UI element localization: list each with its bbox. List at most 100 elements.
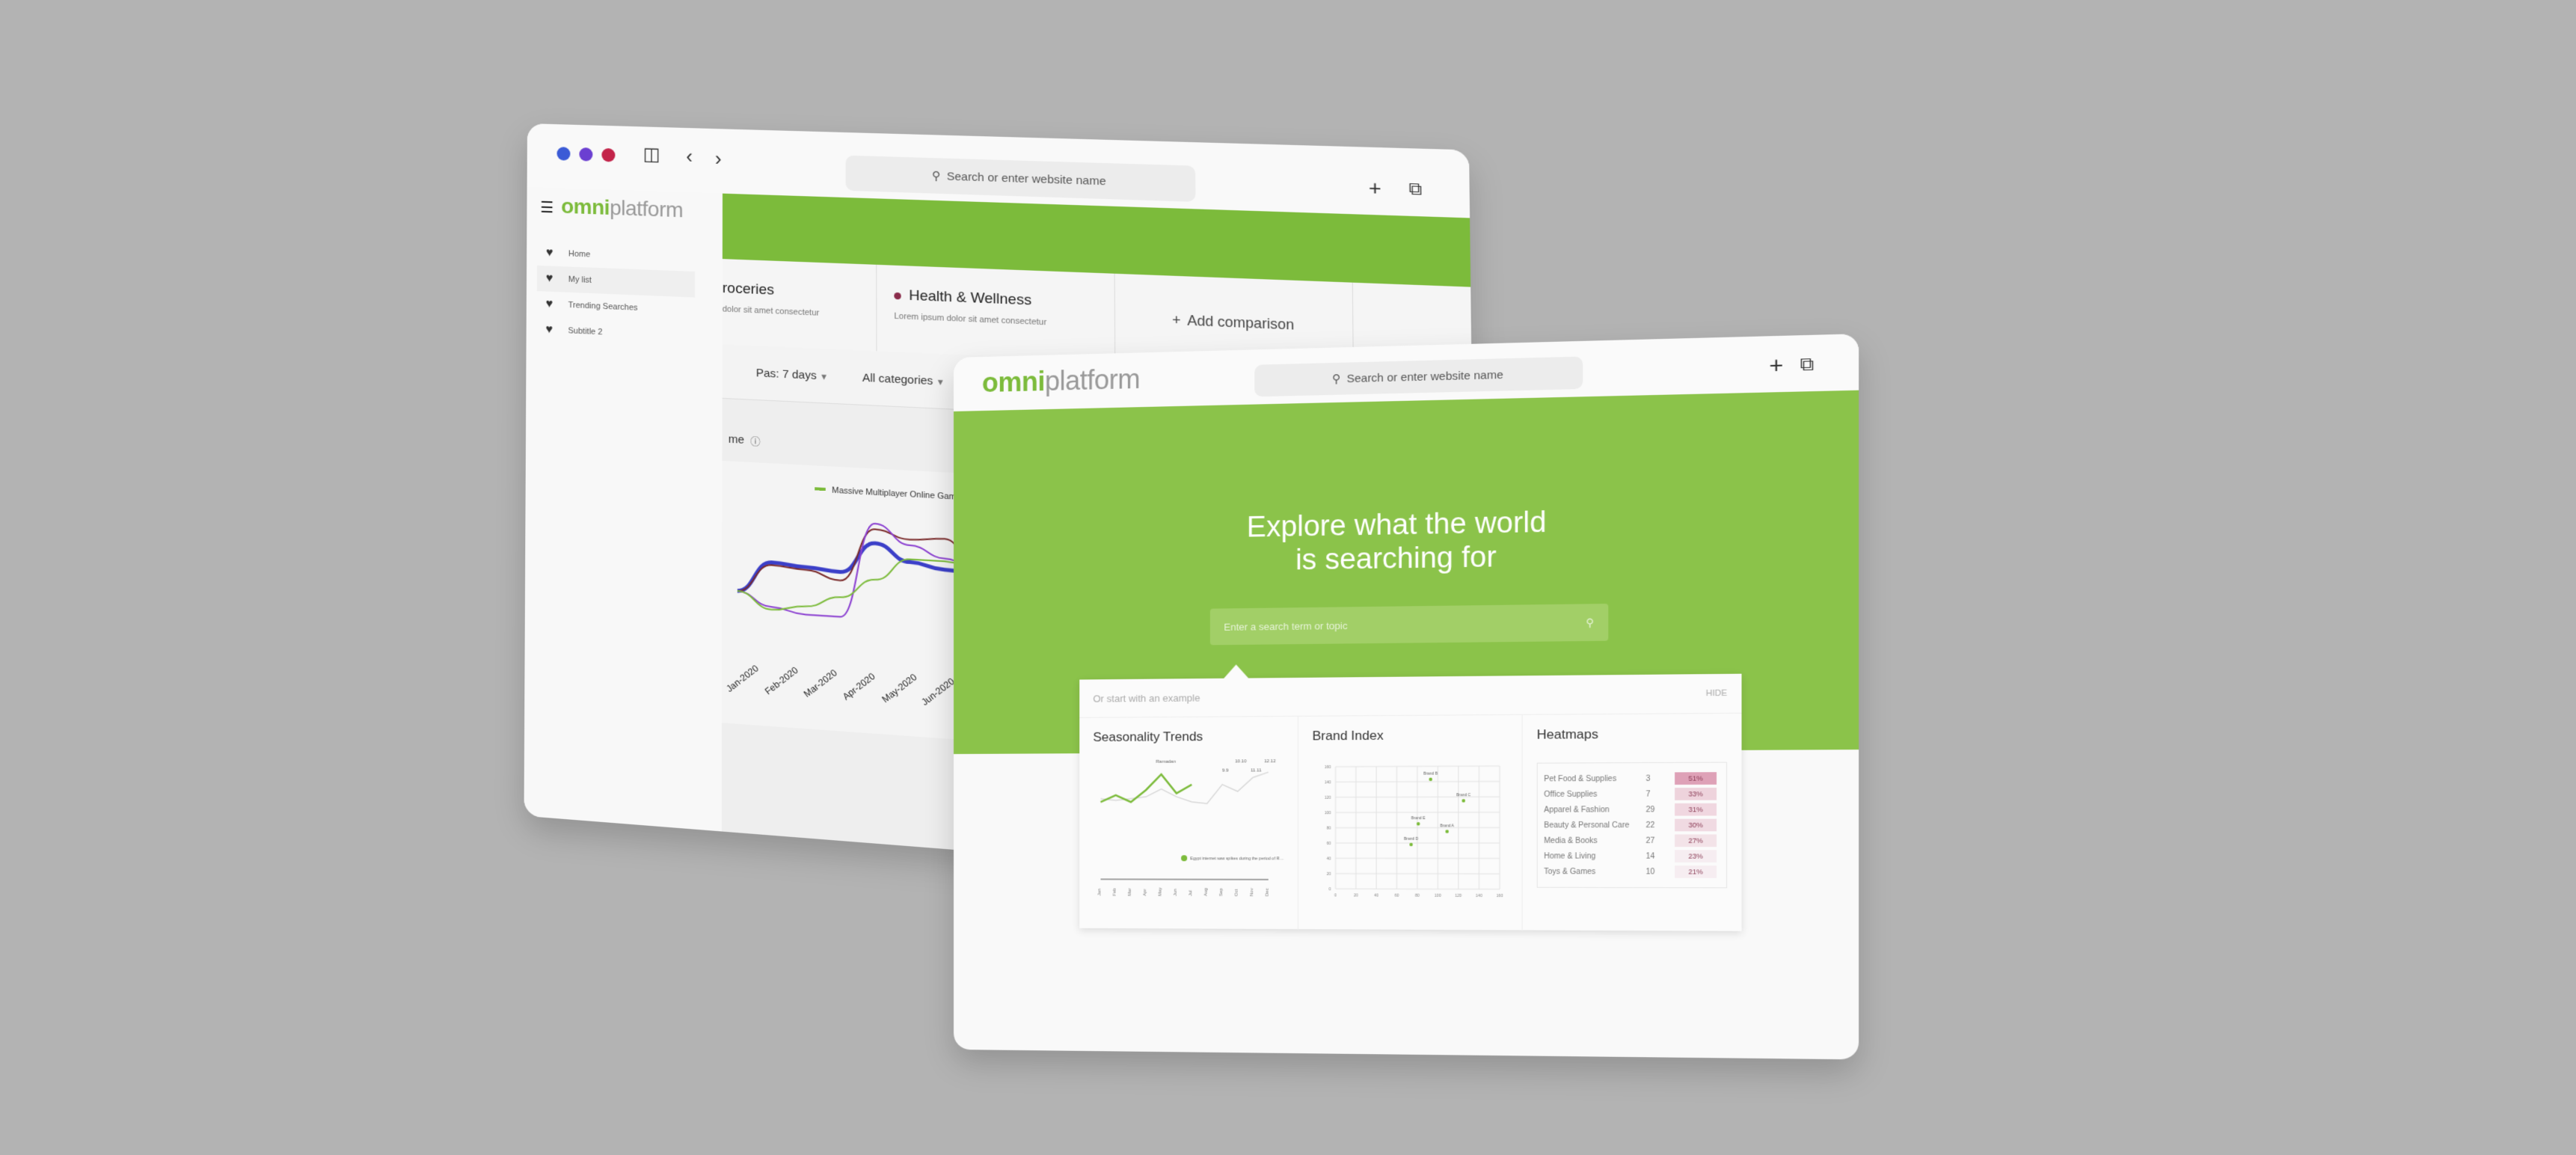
search-icon[interactable]: ⚲	[1586, 616, 1594, 629]
close-window-dot[interactable]	[556, 147, 571, 161]
heatmap-count: 22	[1646, 821, 1655, 830]
search-placeholder: Enter a search term or topic	[1224, 619, 1348, 633]
x-tick-label: 80	[1415, 894, 1420, 898]
sidebar-item-label: Home	[568, 249, 591, 260]
x-tick-label: 60	[1395, 894, 1399, 898]
hamburger-menu-icon[interactable]: ☰	[540, 198, 553, 218]
maximize-window-dot[interactable]	[601, 147, 616, 162]
heatmap-row: Home & Living 14 23%	[1544, 848, 1720, 864]
logo-brand-bold: omni	[981, 365, 1045, 399]
grid-line-horizontal	[1336, 766, 1500, 767]
category-color-dot	[894, 292, 901, 299]
heatmap-row: Pet Food & Supplies 3 51%	[1544, 770, 1720, 787]
example-card-title: Heatmaps	[1536, 726, 1598, 742]
heatmap-count: 27	[1646, 836, 1655, 845]
x-tick-label: Nov	[1250, 888, 1254, 896]
heatmap-percent-cell: 30%	[1675, 818, 1717, 832]
omniplatform-logo[interactable]: omniplatform	[561, 194, 683, 223]
y-tick-label: 100	[1325, 811, 1331, 815]
comparison-subtitle: dolor sit amet consectetur	[722, 304, 820, 318]
examples-heading: Or start with an example	[1093, 691, 1200, 705]
point-label: Brand A	[1440, 824, 1454, 828]
minimize-window-dot[interactable]	[579, 147, 593, 162]
y-tick-label: 80	[1327, 826, 1331, 830]
heatmap-percent-cell: 27%	[1675, 834, 1717, 848]
chart-title: me	[728, 432, 745, 447]
heart-icon: ♥	[545, 322, 553, 337]
heatmap-count: 14	[1646, 851, 1655, 861]
logo-brand-bold: omni	[561, 194, 610, 219]
example-card-heatmaps[interactable]: Heatmaps Pet Food & Supplies 3 51% Office S…	[1523, 714, 1742, 932]
x-tick-label: 140	[1476, 894, 1482, 898]
x-tick-label: Jun	[1174, 889, 1178, 896]
heatmap-row: Media & Books 27 27%	[1544, 833, 1720, 848]
legend-label: Massive Multiplayer Online Games	[832, 485, 966, 502]
sidebar-nav: ♥ Home ♥ My list ♥ Trending Searches ♥ S…	[536, 240, 696, 349]
search-icon: ⚲	[931, 169, 941, 183]
x-tick-label: Feb-2020	[763, 664, 800, 697]
x-tick-label: Jul	[1189, 890, 1193, 896]
x-tick-label: Aug	[1204, 888, 1209, 896]
example-card-brand-index[interactable]: Brand Index 0 20 40 60 80 100 120 140 160 0 20 40 60…	[1298, 714, 1523, 931]
forward-arrow-icon[interactable]: ›	[715, 147, 722, 171]
scatter-point	[1429, 777, 1432, 782]
search-icon: ⚲	[1331, 373, 1341, 386]
line-chart-svg: Massive Multiplayer Online Games Jan-202…	[724, 485, 994, 710]
info-icon[interactable]: ⓘ	[750, 432, 760, 447]
heatmap-percent-cell: 31%	[1675, 803, 1717, 816]
point-label: Brand C	[1456, 793, 1471, 797]
address-bar[interactable]: ⚲ Search or enter website name	[1254, 356, 1583, 397]
x-tick-label: 120	[1455, 894, 1462, 898]
point-label: Brand E	[1411, 816, 1426, 821]
x-tick-label: Jun-2020	[919, 675, 957, 708]
scatter-point	[1445, 830, 1449, 833]
x-tick-label: Apr	[1143, 889, 1147, 895]
comparison-card-groceries[interactable]: roceries dolor sit amet consectetur	[722, 259, 877, 352]
hero-title: Explore what the world is searching for	[954, 500, 1859, 582]
y-tick-label: 40	[1327, 857, 1331, 861]
back-arrow-icon[interactable]: ‹	[686, 144, 693, 168]
note-marker	[1181, 855, 1188, 862]
x-tick-label: Jan	[1097, 889, 1102, 896]
example-card-seasonality-trends[interactable]: Seasonality Trends Ramadan 9.9 10.10 11.11 1…	[1079, 716, 1298, 931]
heatmap-count: 10	[1646, 867, 1655, 877]
logo-brand-light: platform	[1044, 363, 1141, 397]
x-tick-label: Dec	[1266, 888, 1270, 896]
heatmap-table: Pet Food & Supplies 3 51% Office Supplies 7 3…	[1536, 762, 1728, 889]
comparison-card-health-wellness[interactable]: Health & Wellness Lorem ipsum dolor sit …	[877, 264, 1116, 362]
omniplatform-logo[interactable]: omniplatform	[982, 364, 1140, 399]
plus-icon: +	[1172, 311, 1181, 328]
hero-search-input[interactable]: Enter a search term or topic ⚲	[1209, 603, 1609, 646]
tabs-overview-icon[interactable]: ⧉	[1408, 179, 1422, 200]
heatmap-category: Office Supplies	[1544, 790, 1598, 799]
sidebar-toggle-icon[interactable]: ◫	[643, 144, 660, 166]
add-comparison-label: Add comparison	[1187, 312, 1295, 333]
point-label: Brand D	[1404, 837, 1419, 842]
hide-examples-button[interactable]: HIDE	[1706, 689, 1727, 699]
heatmap-percent-cell: 23%	[1675, 850, 1717, 863]
time-range-dropdown[interactable]: Pas: 7 days ▼	[756, 366, 828, 382]
heatmap-category: Media & Books	[1544, 836, 1598, 845]
annotation-label: 12.12	[1264, 759, 1276, 764]
address-placeholder: Search or enter website name	[1346, 368, 1503, 385]
heart-icon: ♥	[545, 297, 553, 311]
x-tick-label: 160	[1497, 894, 1503, 898]
heart-icon: ♥	[545, 272, 553, 285]
heatmap-count: 7	[1646, 789, 1651, 799]
comparison-title: roceries	[722, 280, 775, 298]
example-card-title: Brand Index	[1312, 728, 1384, 744]
heatmap-percent-cell: 21%	[1675, 866, 1717, 878]
sidebar-item-label: Trending Searches	[568, 300, 638, 313]
annotation-label: 9.9	[1222, 768, 1229, 773]
new-tab-icon[interactable]: +	[1769, 353, 1783, 380]
heatmap-count: 29	[1646, 805, 1655, 815]
new-tab-icon[interactable]: +	[1369, 176, 1381, 200]
sidebar-item-label: Subtitle 2	[568, 326, 603, 337]
tabs-overview-icon[interactable]: ⧉	[1800, 354, 1815, 376]
scatter-point	[1416, 822, 1420, 826]
category-dropdown[interactable]: All categories ▼	[862, 371, 945, 388]
heatmap-category: Home & Living	[1544, 851, 1596, 861]
x-tick-label: Oct	[1235, 889, 1239, 896]
address-bar[interactable]: ⚲ Search or enter website name	[845, 155, 1196, 202]
x-tick-label: Feb	[1113, 887, 1117, 895]
